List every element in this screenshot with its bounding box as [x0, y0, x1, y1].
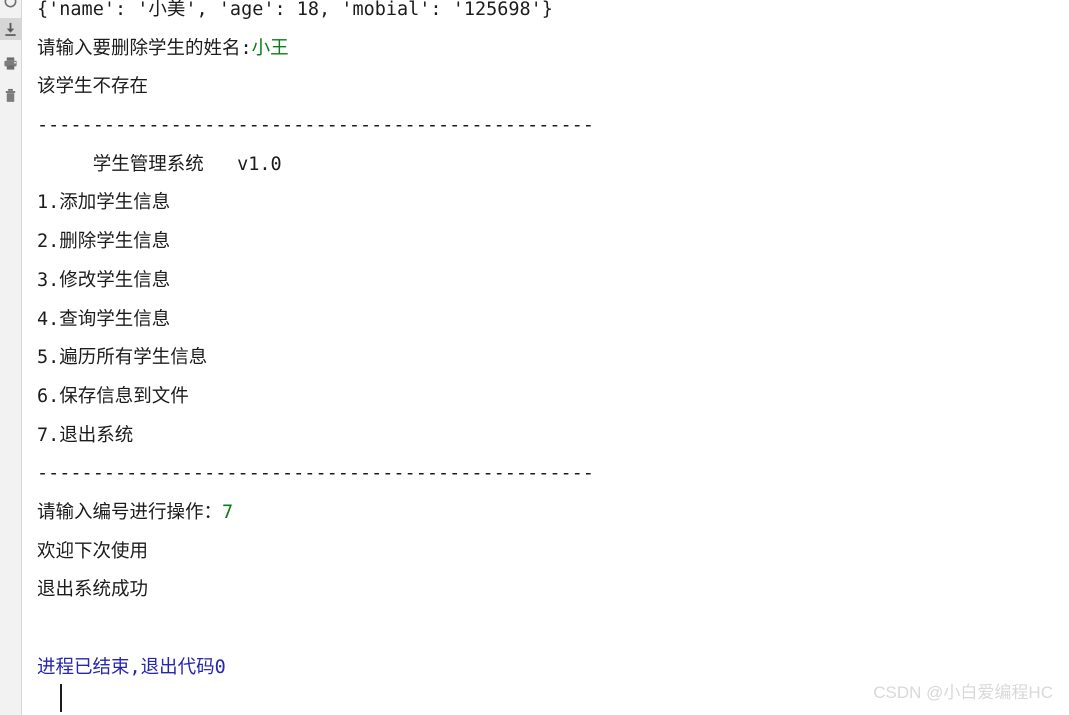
- console-line: 2.删除学生信息: [37, 223, 594, 262]
- console-line: 5.遍历所有学生信息: [37, 339, 594, 378]
- console-segment: 4.查询学生信息: [37, 308, 171, 330]
- console-line: ----------------------------------------…: [37, 455, 594, 494]
- console-line: 1.添加学生信息: [37, 184, 594, 223]
- scroll-to-end-icon[interactable]: [0, 18, 21, 40]
- console-line: 3.修改学生信息: [37, 262, 594, 301]
- console-line: 学生管理系统 v1.0: [37, 146, 594, 185]
- console-line: 该学生不存在: [37, 68, 594, 107]
- console-line: ----------------------------------------…: [37, 107, 594, 146]
- console-segment: 7.退出系统: [37, 424, 134, 446]
- console-toolbar: [0, 0, 22, 715]
- console-line: 退出系统成功: [37, 571, 594, 610]
- print-icon[interactable]: [0, 52, 21, 74]
- console-text: {'name': '小美', 'age': 18, 'mobial': '125…: [37, 0, 594, 687]
- csdn-watermark: CSDN @小白爱编程HC: [873, 683, 1053, 702]
- console-segment: {'name': '小美', 'age': 18, 'mobial': '125…: [37, 0, 553, 20]
- console-line: 4.查询学生信息: [37, 301, 594, 340]
- rerun-icon[interactable]: [0, 0, 21, 12]
- console-segment: 6.保存信息到文件: [37, 385, 189, 407]
- console-segment: 该学生不存在: [37, 76, 149, 98]
- console-line: 6.保存信息到文件: [37, 378, 594, 417]
- console-segment: 1.添加学生信息: [37, 192, 171, 214]
- console-segment: ----------------------------------------…: [37, 463, 594, 485]
- console-segment: 2.删除学生信息: [37, 231, 171, 253]
- console-user-input: 7: [222, 501, 234, 523]
- console-segment: ----------------------------------------…: [37, 115, 594, 137]
- console-line: {'name': '小美', 'age': 18, 'mobial': '125…: [37, 0, 594, 30]
- console-line: 7.退出系统: [37, 417, 594, 456]
- console-line: 请输入编号进行操作：7: [37, 494, 594, 533]
- console-segment: 进程已结束,退出代码0: [37, 656, 226, 678]
- console-segment: 学生管理系统 v1.0: [37, 153, 282, 175]
- trash-icon[interactable]: [0, 84, 21, 106]
- console-segment: 退出系统成功: [37, 579, 149, 601]
- console-segment: 5.遍历所有学生信息: [37, 347, 208, 369]
- console-segment: 请输入编号进行操作：: [37, 501, 223, 523]
- console-line: 欢迎下次使用: [37, 533, 594, 572]
- console-segment: 请输入要删除学生的姓名:: [37, 37, 252, 59]
- console-output-panel[interactable]: {'name': '小美', 'age': 18, 'mobial': '125…: [23, 0, 1069, 715]
- console-segment: 3.修改学生信息: [37, 269, 171, 291]
- console-segment: 欢迎下次使用: [37, 540, 149, 562]
- console-line: 请输入要删除学生的姓名:小王: [37, 30, 594, 69]
- text-caret: [60, 684, 62, 712]
- console-line: 进程已结束,退出代码0: [37, 649, 594, 688]
- console-user-input: 小王: [251, 37, 289, 59]
